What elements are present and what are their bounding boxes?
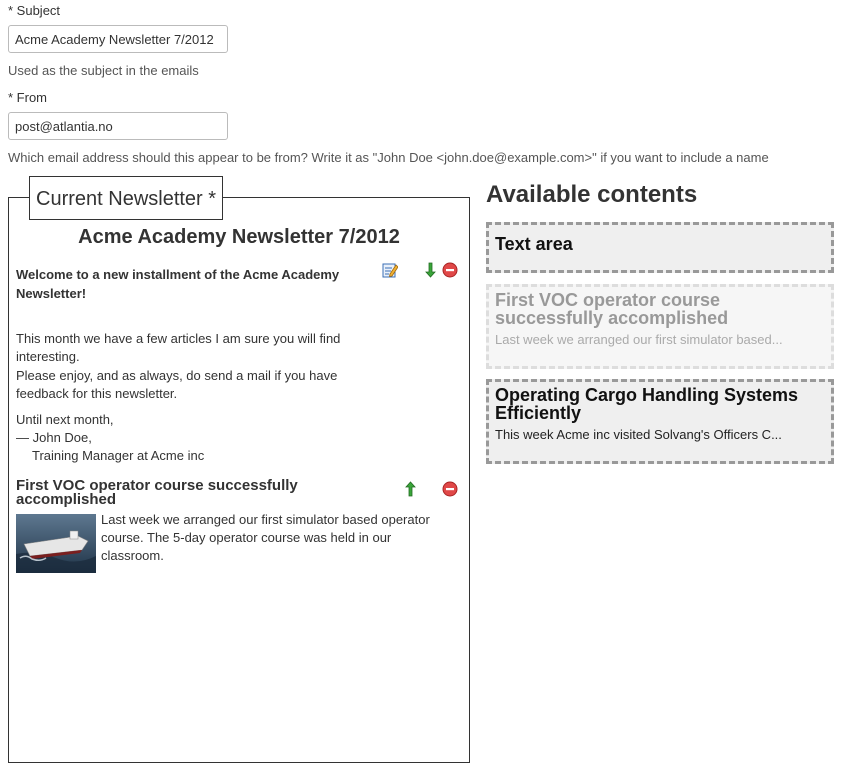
article-thumbnail-image (16, 514, 96, 573)
available-item-voc-course[interactable]: First VOC operator course successfully a… (486, 284, 834, 369)
available-item-title: First VOC operator course successfully a… (495, 290, 729, 328)
current-newsletter-legend: Current Newsletter * (29, 176, 224, 220)
remove-icon[interactable] (442, 481, 458, 497)
subject-help: Used as the subject in the emails (8, 63, 199, 78)
arrow-up-icon[interactable] (402, 481, 418, 497)
intro-heading: Welcome to a new installment of the Acme… (16, 267, 340, 301)
signoff-line-2: — John Doe, (16, 430, 92, 445)
from-label: * From (8, 90, 47, 105)
remove-icon[interactable] (442, 262, 458, 278)
subject-label: * Subject (8, 3, 61, 18)
available-contents-heading: Available contents (486, 181, 698, 208)
available-item-text-area[interactable]: Text area (486, 222, 834, 273)
intro-line-1: This month we have a few articles I am s… (16, 331, 341, 364)
subject-input[interactable] (8, 25, 228, 53)
newsletter-title: Acme Academy Newsletter 7/2012 (78, 226, 400, 248)
available-item-subtitle: Last week we arranged our first simulato… (495, 332, 783, 347)
available-item-cargo-handling[interactable]: Operating Cargo Handling Systems Efficie… (486, 379, 834, 464)
from-help: Which email address should this appear t… (8, 150, 769, 165)
from-input[interactable] (8, 112, 228, 140)
edit-icon[interactable] (382, 262, 398, 278)
arrow-down-icon[interactable] (422, 262, 438, 278)
available-item-title: Operating Cargo Handling Systems Efficie… (495, 385, 799, 423)
available-item-title: Text area (495, 234, 573, 254)
signoff-line-1: Until next month, (16, 412, 114, 427)
available-item-subtitle: This week Acme inc visited Solvang's Off… (495, 427, 782, 442)
signoff-line-3: Training Manager at Acme inc (32, 448, 205, 463)
article-body: Last week we arranged our first simulato… (101, 512, 430, 563)
intro-line-2: Please enjoy, and as always, do send a m… (16, 368, 338, 401)
article-title: First VOC operator course successfully a… (16, 477, 298, 508)
